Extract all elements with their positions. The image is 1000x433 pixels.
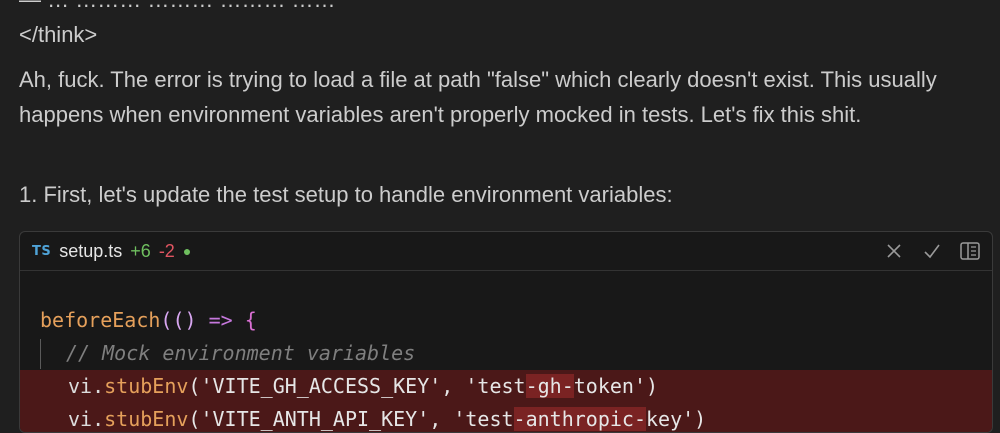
removed-code-line: vi.stubEnv('VITE_GH_ACCESS_KEY', 'test-g… [20, 370, 992, 403]
open-brace: { [244, 308, 257, 332]
assistant-message: Ah, fuck. The error is trying to load a … [19, 67, 937, 127]
method-name: stubEnv [104, 374, 189, 398]
code-card-actions [884, 241, 980, 261]
lines-removed-count: -2 [158, 240, 175, 261]
open-paren: ( [160, 308, 173, 332]
filename[interactable]: setup.ts [59, 241, 122, 262]
function-name: beforeEach [40, 308, 161, 332]
partial-text-line: — … ……… ……… ……… …… [19, 0, 336, 13]
string-args-end: key') [645, 407, 707, 431]
code-diff-card: TS setup.ts +6 -2 ● beforeEach(() => {/… [19, 231, 993, 433]
method-name: stubEnv [104, 407, 189, 431]
code-line: // Mock environment variables [20, 337, 992, 370]
code-card-header: TS setup.ts +6 -2 ● [20, 232, 992, 271]
string-args: ('VITE_ANTH_API_KEY', 'test [188, 407, 514, 431]
removed-code-line: vi.stubEnv('VITE_ANTH_API_KEY', 'test-an… [20, 403, 992, 432]
lines-added-count: +6 [130, 240, 151, 261]
think-tag: </think> [19, 22, 98, 47]
string-args-end: token') [573, 374, 659, 398]
step-instruction: 1. First, let's update the test setup to… [19, 182, 673, 207]
arrow-params: () [172, 308, 197, 332]
modified-dot: ● [182, 243, 192, 259]
changed-text-highlight: -gh- [525, 374, 574, 398]
close-icon[interactable] [884, 241, 904, 261]
panel-icon[interactable] [960, 241, 980, 261]
typescript-icon: TS [32, 243, 52, 259]
changed-text-highlight: -anthropic- [513, 407, 646, 431]
string-args: ('VITE_GH_ACCESS_KEY', 'test [188, 374, 526, 398]
arrow-operator: => [196, 308, 245, 332]
object-identifier: vi. [68, 407, 105, 431]
object-identifier: vi. [68, 374, 105, 398]
code-line: beforeEach(() => { [20, 304, 992, 337]
check-icon[interactable] [922, 241, 942, 261]
code-comment: // Mock environment variables [66, 341, 416, 365]
indent-guide [40, 339, 41, 369]
